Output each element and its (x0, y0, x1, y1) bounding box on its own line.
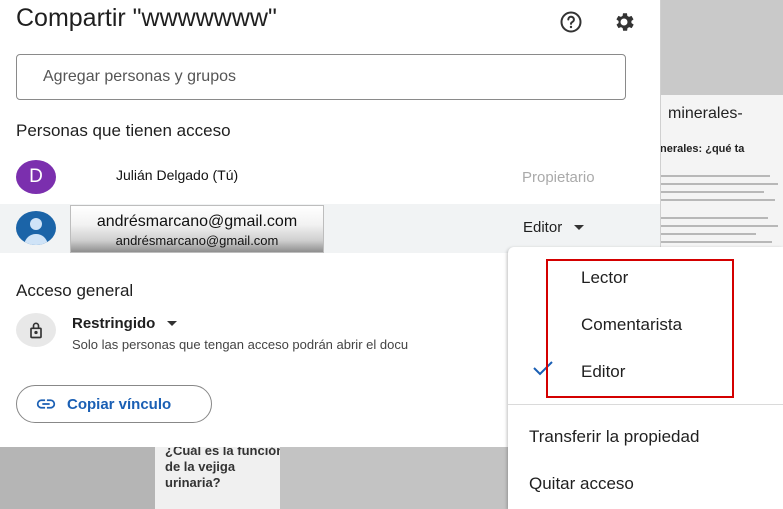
gear-icon (616, 13, 634, 31)
copy-link-label: Copiar vínculo (67, 395, 172, 413)
help-button[interactable] (558, 9, 584, 35)
people-with-access-title: Personas que tienen acceso (16, 121, 231, 140)
collaborator-email-secondary: andrésmarcano@gmail.com (115, 233, 279, 248)
background-bottom-page: ¿Cuál es la función de la vejiga urinari… (155, 447, 280, 509)
link-icon (36, 399, 56, 409)
background-image (0, 447, 160, 509)
lock-badge (16, 313, 56, 347)
owner-role: Propietario (522, 169, 595, 186)
background-bottom-heading: ¿Cuál es la función de la vejiga urinari… (165, 447, 280, 490)
menu-divider (508, 404, 783, 405)
background-bottom-area (280, 447, 508, 509)
general-access-title: Acceso general (16, 281, 134, 300)
chevron-down-icon (167, 321, 178, 326)
help-icon (560, 11, 582, 33)
avatar: D (16, 160, 56, 194)
background-subheading: nerales: ¿qué ta (660, 143, 745, 155)
access-level-dropdown[interactable]: Restringido (72, 315, 178, 332)
collaborator-email: andrésmarcano@gmail.com (96, 213, 298, 230)
copy-link-button[interactable]: Copiar vínculo (16, 385, 212, 423)
access-level-value: Restringido (72, 315, 156, 332)
lock-icon (30, 322, 42, 339)
role-dropdown[interactable]: Editor (523, 219, 585, 236)
settings-button[interactable] (611, 9, 637, 35)
avatar (16, 211, 56, 245)
role-dropdown-value: Editor (523, 219, 563, 236)
person-icon (24, 218, 48, 245)
access-description: Solo las personas que tengan acceso podr… (72, 337, 409, 352)
background-heading: minerales- (668, 105, 743, 122)
menu-item-transfer-ownership[interactable]: Transferir la propiedad (529, 427, 699, 447)
menu-item-remove-access[interactable]: Quitar acceso (529, 474, 634, 494)
add-people-input[interactable] (16, 54, 626, 100)
dialog-title: Compartir "wwwwwww" (16, 4, 277, 32)
chevron-down-icon (574, 225, 585, 230)
owner-name: Julián Delgado (Tú) (116, 167, 239, 183)
collaborator-email-box: andrésmarcano@gmail.com andrésmarcano@gm… (70, 205, 324, 253)
annotation-highlight-box (546, 259, 734, 398)
